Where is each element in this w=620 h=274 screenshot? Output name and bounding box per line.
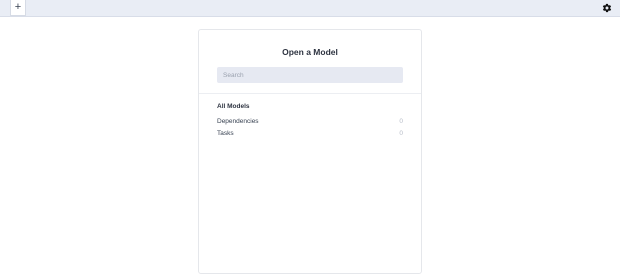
model-name: Dependencies xyxy=(217,118,259,126)
model-list: Dependencies 0 Tasks 0 xyxy=(217,116,403,139)
search-input[interactable] xyxy=(217,67,403,83)
model-item-tasks[interactable]: Tasks 0 xyxy=(217,128,403,140)
settings-button[interactable] xyxy=(602,3,612,13)
divider xyxy=(199,93,421,94)
model-count: 0 xyxy=(399,129,403,137)
plus-icon: + xyxy=(14,1,22,13)
add-button[interactable]: + xyxy=(10,0,26,16)
panel-title: Open a Model xyxy=(282,47,338,57)
section-heading: All Models xyxy=(217,103,250,110)
top-toolbar: + xyxy=(0,0,620,17)
open-model-panel: Open a Model All Models Dependencies 0 T… xyxy=(198,29,422,274)
model-item-dependencies[interactable]: Dependencies 0 xyxy=(217,116,403,128)
model-name: Tasks xyxy=(217,129,234,137)
model-count: 0 xyxy=(399,118,403,126)
gear-icon xyxy=(602,3,612,13)
